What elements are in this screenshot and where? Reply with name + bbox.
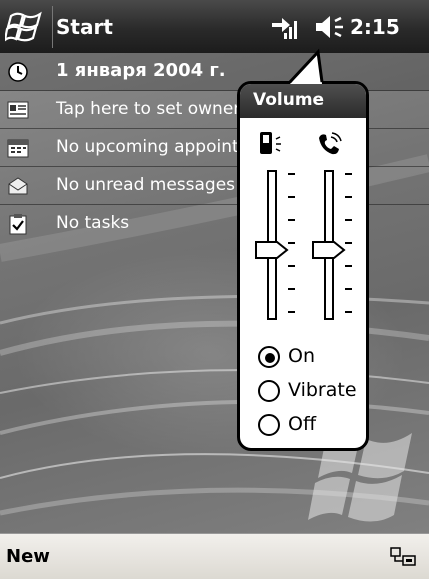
speaker-icon[interactable] [313,12,347,42]
radio-selected-dot [265,353,275,363]
title-bar: Start 2:15 [0,0,429,53]
contact-card-icon [7,101,29,119]
ringing-phone-icon [319,132,342,155]
ring-mode-on-label[interactable]: On [288,345,315,367]
system-volume-slider-thumb[interactable] [255,241,289,260]
new-button[interactable]: New [6,546,50,567]
ringer-volume-slider-thumb[interactable] [312,241,346,260]
ring-mode-off-label[interactable]: Off [288,413,316,435]
volume-popup-title: Volume [253,90,325,110]
system-volume-ticks [288,173,295,313]
radio-circle[interactable] [258,346,280,368]
calendar-icon [7,139,29,158]
clipboard-check-icon [9,214,27,235]
clock[interactable]: 2:15 [350,15,400,39]
volume-popup-header: Volume [240,84,366,118]
start-menu-label[interactable]: Start [56,15,113,39]
today-tasks-text: No tasks [56,213,130,233]
input-panel-icon[interactable] [389,546,419,568]
menu-bar: New [0,533,429,579]
connectivity-icon[interactable] [268,11,300,43]
volume-popup: Volume On Vibrate Off [237,81,369,451]
radio-circle[interactable] [258,380,280,402]
title-bar-separator [52,6,53,48]
envelope-icon [8,177,28,195]
ringer-volume-ticks [345,173,352,313]
windows-flag-icon[interactable] [5,10,45,44]
device-speaker-icon [260,132,281,154]
clock-icon [8,62,28,82]
today-messages-text: No unread messages [56,175,236,195]
ring-mode-vibrate-label[interactable]: Vibrate [288,379,357,401]
radio-circle[interactable] [258,414,280,436]
today-date-text: 1 января 2004 г. [56,60,226,81]
